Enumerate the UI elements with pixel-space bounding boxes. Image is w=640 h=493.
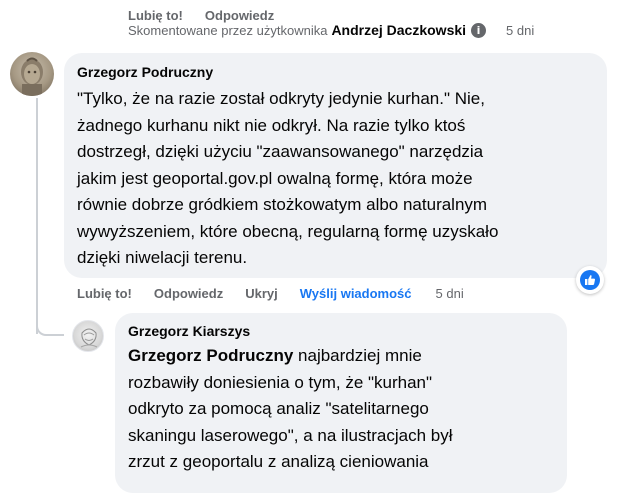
avatar[interactable] [72, 320, 104, 352]
thread-line [36, 98, 38, 334]
comment-author[interactable]: Grzegorz Kiarszys [128, 322, 554, 340]
timestamp[interactable]: 5 dni [436, 286, 464, 301]
reply-button[interactable]: Odpowiedz [154, 286, 223, 301]
comment-author[interactable]: Grzegorz Podruczny [77, 63, 594, 81]
reaction-badge[interactable] [576, 266, 604, 294]
avatar-portrait-icon [21, 57, 43, 96]
like-button[interactable]: Lubię to! [128, 8, 183, 23]
commented-by-line: Skomentowane przez użytkownika Andrzej D… [128, 22, 534, 38]
previous-comment-actions: Lubię to! Odpowiedz [128, 8, 274, 23]
like-button[interactable]: Lubię to! [77, 286, 132, 301]
hide-button[interactable]: Ukryj [245, 286, 278, 301]
info-icon[interactable]: i [471, 22, 487, 38]
avatar-portrait-icon [80, 328, 98, 348]
thread-line-branch [36, 318, 64, 336]
comment-text: "Tylko, że na razie został odkryty jedyn… [77, 89, 499, 267]
reply-button[interactable]: Odpowiedz [205, 8, 274, 23]
comment-actions: Lubię to! Odpowiedz Ukryj Wyślij wiadomo… [77, 286, 464, 301]
comment-text: Grzegorz Podruczny najbardziej mnie rozb… [128, 343, 554, 476]
commented-by-author[interactable]: Andrzej Daczkowski [331, 22, 466, 38]
commented-by-label: Skomentowane przez użytkownika [128, 22, 328, 38]
reply-bubble: Grzegorz Kiarszys Grzegorz Podruczny naj… [115, 313, 567, 493]
send-message-button[interactable]: Wyślij wiadomość [300, 286, 412, 301]
mention-link[interactable]: Grzegorz Podruczny [128, 346, 293, 365]
comment-bubble: Grzegorz Podruczny "Tylko, że na razie z… [64, 53, 607, 278]
avatar[interactable] [10, 52, 54, 96]
like-icon [580, 270, 600, 290]
timestamp[interactable]: 5 dni [506, 23, 534, 38]
